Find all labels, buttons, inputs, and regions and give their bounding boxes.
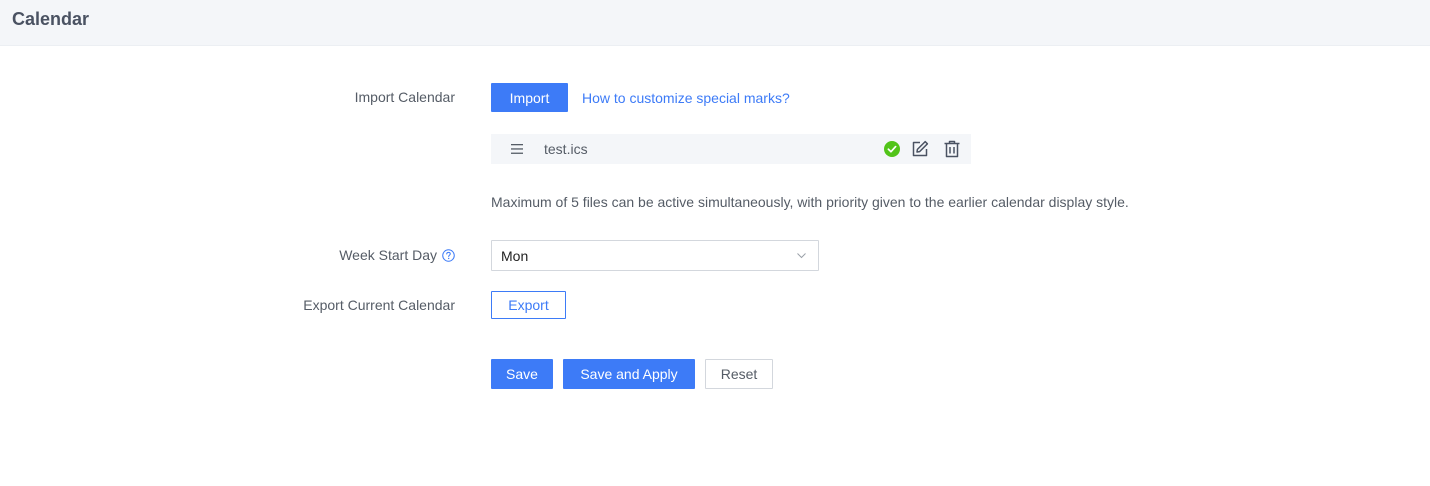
page-title: Calendar: [12, 9, 90, 29]
file-list-item: test.ics: [491, 134, 971, 164]
week-start-day-text: Week Start Day: [339, 247, 437, 263]
file-name: test.ics: [544, 141, 588, 157]
chevron-down-icon: [797, 253, 806, 259]
save-button[interactable]: Save: [491, 359, 553, 389]
import-button[interactable]: Import: [491, 83, 568, 112]
file-limit-hint: Maximum of 5 files can be active simulta…: [491, 194, 1129, 210]
check-circle-icon: [884, 141, 900, 157]
drag-handle-icon[interactable]: [511, 143, 523, 155]
page-header: Calendar: [0, 0, 1430, 46]
save-and-apply-button[interactable]: Save and Apply: [563, 359, 695, 389]
week-start-day-select[interactable]: Mon: [491, 240, 819, 271]
week-start-day-label: Week Start Day: [339, 247, 455, 263]
question-circle-icon[interactable]: [442, 248, 455, 262]
special-marks-help-link[interactable]: How to customize special marks?: [582, 90, 790, 106]
trash-icon[interactable]: [943, 140, 961, 158]
export-calendar-label: Export Current Calendar: [303, 297, 455, 313]
edit-icon[interactable]: [911, 140, 929, 158]
import-calendar-label: Import Calendar: [354, 89, 455, 105]
week-start-day-value: Mon: [501, 248, 529, 264]
reset-button[interactable]: Reset: [705, 359, 773, 389]
export-button[interactable]: Export: [491, 291, 566, 319]
